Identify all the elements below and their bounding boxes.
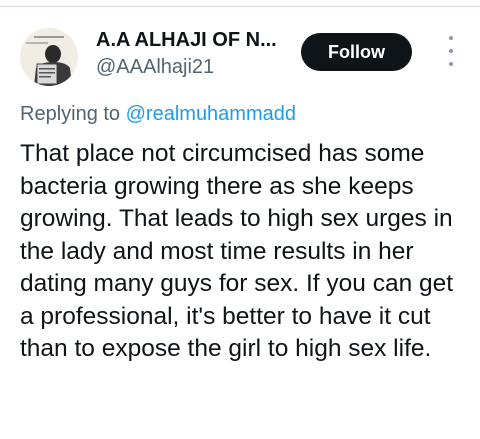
replying-to-line: Replying to @realmuhammadd bbox=[20, 103, 296, 126]
user-handle[interactable]: @AAAlhaji21 bbox=[96, 54, 296, 80]
more-dot bbox=[449, 62, 453, 66]
avatar-image bbox=[20, 28, 78, 86]
top-divider bbox=[0, 6, 480, 7]
more-vertical-icon[interactable] bbox=[444, 36, 458, 66]
follow-button[interactable]: Follow bbox=[301, 33, 412, 71]
replying-prefix: Replying to bbox=[20, 103, 121, 125]
replying-mention-link[interactable]: @realmuhammadd bbox=[126, 103, 296, 125]
avatar[interactable] bbox=[20, 28, 78, 86]
display-name[interactable]: A.A ALHAJI OF N... bbox=[96, 28, 296, 52]
user-names: A.A ALHAJI OF N... @AAAlhaji21 bbox=[96, 28, 296, 80]
tweet-header: A.A ALHAJI OF N... @AAAlhaji21 Follow bbox=[20, 22, 460, 92]
more-dot bbox=[449, 36, 453, 40]
tweet-text: That place not circumcised has some bact… bbox=[20, 140, 454, 362]
more-dot bbox=[449, 49, 453, 53]
